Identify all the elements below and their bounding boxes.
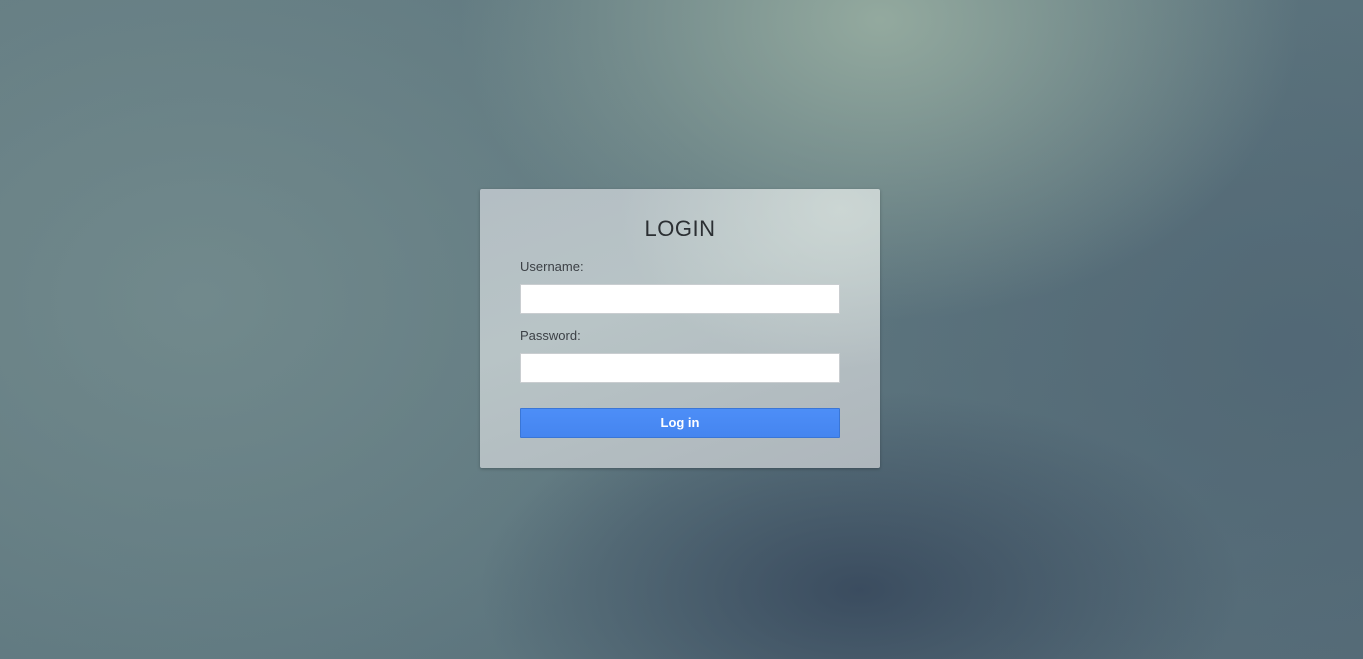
username-input[interactable] [520,284,840,314]
login-title: LOGIN [644,216,716,241]
password-label: Password: [520,328,581,343]
login-card: LOGIN Username: Password: Log in [480,189,880,468]
username-label: Username: [520,259,584,274]
password-input[interactable] [520,353,840,383]
login-button[interactable]: Log in [520,408,840,438]
